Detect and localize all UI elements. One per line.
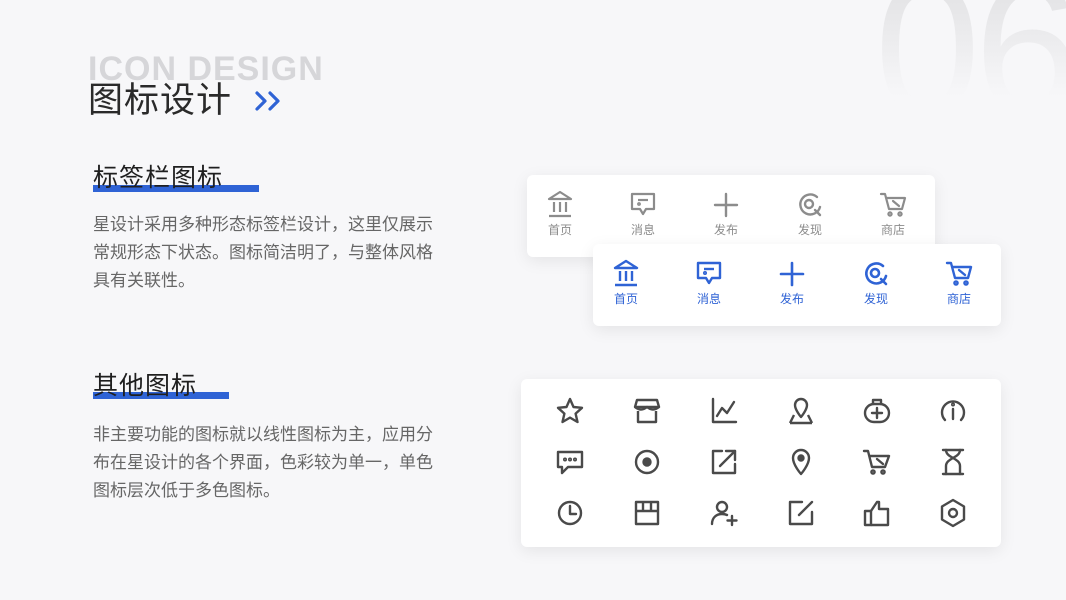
hexagon-icon (940, 498, 966, 528)
tab-label: 发布 (713, 223, 738, 237)
description-line: 具有关联性。 (93, 271, 195, 291)
tabbar-active-card: 首页 消息 发布 发现 商店 (593, 244, 1001, 326)
tab-publish[interactable]: 发布 (759, 258, 825, 307)
description-line: 星设计采用多种形态标签栏设计，这里仅展示 (93, 215, 433, 235)
double-chevron-right-icon (255, 91, 280, 111)
target-icon (634, 449, 660, 475)
description-line: 非主要功能的图标就以线性图标为主，应用分 (93, 425, 433, 445)
map-pin-icon (791, 448, 811, 476)
plus-icon (713, 192, 739, 218)
tab-label: 商店 (946, 292, 971, 306)
message-icon (696, 261, 722, 285)
tab-label: 发现 (863, 292, 888, 306)
info-icon (940, 400, 966, 422)
edit-icon (788, 500, 814, 526)
tab-discover[interactable]: 发现 (777, 189, 843, 238)
cart-icon (879, 192, 907, 217)
medical-kit-icon (863, 398, 891, 424)
message-icon (630, 192, 656, 216)
tab-discover[interactable]: 发现 (843, 258, 909, 307)
tab-label: 首页 (613, 292, 638, 306)
tab-messages[interactable]: 消息 (610, 189, 676, 238)
section-description-tabbar: 星设计采用多种形态标签栏设计，这里仅展示 常规形态下状态。图标简洁明了，与整体风… (93, 211, 473, 295)
icon-grid-card (521, 379, 1001, 547)
description-line: 图标层次低于多色图标。 (93, 481, 280, 501)
plus-icon (779, 261, 805, 287)
hourglass-icon (941, 448, 965, 476)
section-description-other-icons: 非主要功能的图标就以线性图标为主，应用分 布在星设计的各个界面，色彩较为单一，单… (93, 421, 473, 505)
tab-store[interactable]: 商店 (926, 258, 992, 307)
page-title: 图标设计 (88, 81, 233, 121)
discover-icon (865, 262, 888, 286)
discover-icon (799, 193, 822, 217)
tab-messages[interactable]: 消息 (676, 258, 742, 307)
chat-bubble-icon (556, 450, 584, 475)
shop-front-icon (634, 500, 660, 526)
tab-label: 首页 (547, 223, 572, 237)
bank-icon (547, 190, 573, 218)
external-link-icon (711, 449, 737, 475)
tab-home[interactable]: 首页 (527, 189, 593, 238)
clock-icon (557, 500, 583, 526)
line-chart-icon (711, 397, 738, 424)
section-title-other-icons: 其他图标 (93, 371, 198, 400)
tab-publish[interactable]: 发布 (693, 189, 759, 238)
tab-label: 消息 (630, 223, 655, 237)
star-icon (556, 397, 584, 424)
tab-label: 消息 (696, 292, 721, 306)
thumbs-up-icon (863, 500, 890, 527)
location-pin-outline-icon (788, 397, 814, 425)
store-icon (633, 398, 661, 424)
tab-label: 商店 (880, 223, 905, 237)
description-line: 布在星设计的各个界面，色彩较为单一，单色 (93, 453, 433, 473)
bank-icon (613, 259, 639, 287)
add-user-icon (710, 500, 738, 527)
cart-icon (862, 449, 891, 475)
tab-store[interactable]: 商店 (860, 189, 926, 238)
tab-label: 发现 (797, 223, 822, 237)
page-number: 06 (875, 0, 1066, 144)
section-title-tabbar: 标签栏图标 (93, 163, 224, 192)
tab-label: 发布 (779, 292, 804, 306)
cart-icon (945, 261, 973, 286)
tab-home[interactable]: 首页 (593, 258, 659, 307)
description-line: 常规形态下状态。图标简洁明了，与整体风格 (93, 243, 433, 263)
